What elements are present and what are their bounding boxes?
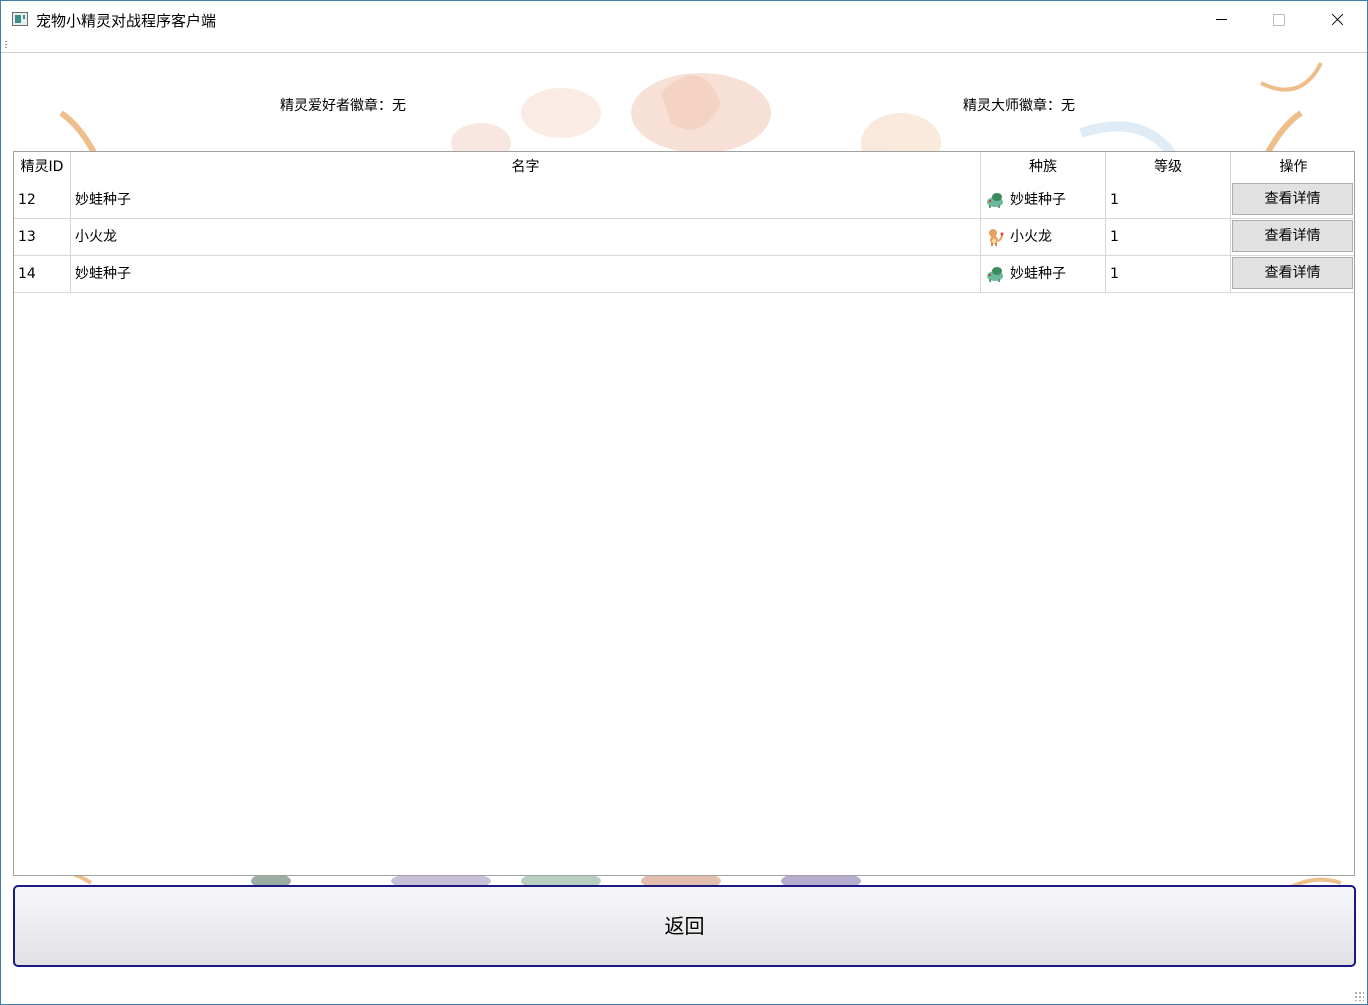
master-badge-label: 精灵大师徽章：无: [963, 98, 1075, 114]
cell-id: 14: [14, 256, 71, 292]
cell-id: 13: [14, 219, 71, 255]
column-header-race[interactable]: 种族: [981, 152, 1106, 182]
cell-level: 1: [1106, 256, 1231, 292]
view-details-button[interactable]: 查看详情: [1232, 183, 1353, 215]
cell-race: 小火龙: [981, 219, 1106, 255]
cell-level: 1: [1106, 182, 1231, 218]
cell-level: 1: [1106, 219, 1231, 255]
cell-name: 妙蛙种子: [71, 256, 981, 292]
view-details-button[interactable]: 查看详情: [1232, 257, 1353, 289]
maximize-button[interactable]: [1250, 1, 1308, 39]
app-icon: [12, 12, 28, 26]
fan-badge-label: 精灵爱好者徽章：无: [280, 98, 406, 114]
app-window: 宠物小精灵对战程序客户端 精灵爱好者徽章：无 精灵大师徽章：无 精灵ID 名字 …: [0, 0, 1368, 1005]
bulbasaur-icon: [987, 267, 1003, 282]
window-title: 宠物小精灵对战程序客户端: [36, 12, 217, 30]
column-header-action[interactable]: 操作: [1231, 152, 1356, 182]
toolbar-strip: [1, 39, 1367, 53]
column-header-name[interactable]: 名字: [71, 152, 981, 182]
bulbasaur-icon: [987, 193, 1003, 208]
view-details-button[interactable]: 查看详情: [1232, 220, 1353, 252]
table-row[interactable]: 12 妙蛙种子 妙蛙种子 1 查看详情: [14, 182, 1354, 219]
minimize-button[interactable]: [1192, 1, 1250, 39]
charmander-icon: [989, 229, 1004, 246]
toolbar-grip-icon[interactable]: [5, 41, 7, 49]
column-header-id[interactable]: 精灵ID: [14, 152, 71, 182]
cell-race-label: 妙蛙种子: [1010, 192, 1066, 208]
cell-race-label: 妙蛙种子: [1010, 266, 1066, 282]
pet-table[interactable]: 精灵ID 名字 种族 等级 操作 12 妙蛙种子 妙蛙种子 1 查看详情 13 …: [13, 151, 1355, 876]
cell-action: 查看详情: [1231, 256, 1356, 292]
column-header-level[interactable]: 等级: [1106, 152, 1231, 182]
return-button[interactable]: 返回: [13, 885, 1356, 967]
title-bar[interactable]: 宠物小精灵对战程序客户端: [1, 1, 1367, 39]
cell-race: 妙蛙种子: [981, 256, 1106, 292]
table-row[interactable]: 14 妙蛙种子 妙蛙种子 1 查看详情: [14, 256, 1354, 293]
resize-grip-icon[interactable]: [1354, 991, 1364, 1001]
close-button[interactable]: [1308, 1, 1366, 39]
cell-name: 小火龙: [71, 219, 981, 255]
table-header: 精灵ID 名字 种族 等级 操作: [14, 152, 1354, 182]
cell-race: 妙蛙种子: [981, 182, 1106, 218]
table-row[interactable]: 13 小火龙 小火龙 1 查看详情: [14, 219, 1354, 256]
cell-name: 妙蛙种子: [71, 182, 981, 218]
cell-race-label: 小火龙: [1010, 229, 1052, 245]
cell-action: 查看详情: [1231, 182, 1356, 218]
cell-action: 查看详情: [1231, 219, 1356, 255]
cell-id: 12: [14, 182, 71, 218]
